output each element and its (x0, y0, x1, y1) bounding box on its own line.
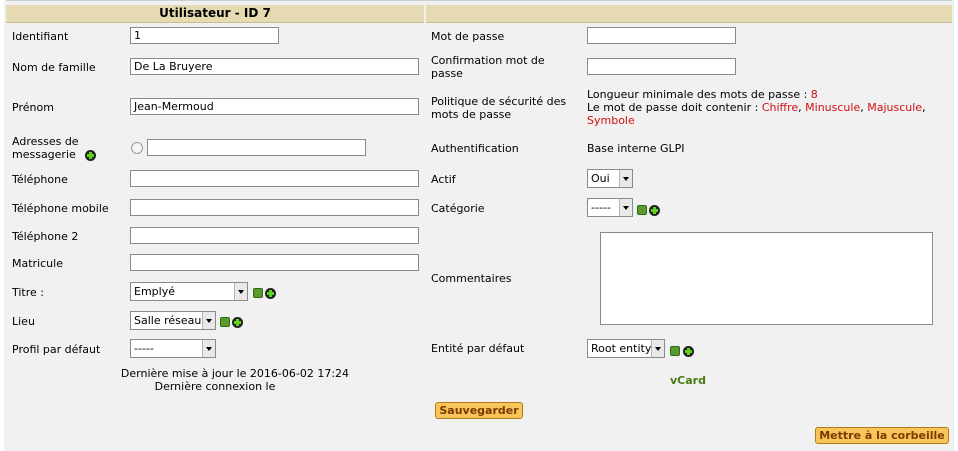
auth-value: Base interne GLPI (587, 142, 685, 155)
chevron-down-icon (234, 283, 247, 300)
prenom-input[interactable]: Jean-Mermoud (130, 98, 419, 115)
telephone-input[interactable] (130, 170, 419, 187)
trash-button[interactable]: Mettre à la corbeille (815, 427, 949, 444)
password-label: Mot de passe (431, 30, 505, 43)
last-login-text: Dernière connexion le (154, 380, 276, 393)
password-confirm-label: Confirmation mot de passe (431, 54, 545, 80)
chevron-down-icon (619, 170, 632, 187)
actif-label: Actif (431, 173, 456, 186)
form-title: Utilisateur - ID 7 (6, 5, 424, 23)
policy-line-2: Le mot de passe doit contenir : Chiffre,… (587, 101, 926, 114)
chevron-down-icon (651, 340, 664, 357)
policy-minuscule: Minuscule (805, 101, 861, 114)
add-email-icon[interactable] (85, 150, 96, 161)
lieu-select[interactable]: Salle réseau (130, 311, 216, 330)
min-length-text: Longueur minimale des mots de passe : (587, 88, 808, 101)
profil-select[interactable]: ----- (130, 339, 216, 358)
search-dropdown-icon[interactable] (220, 317, 230, 327)
form-title-right (426, 5, 952, 23)
entite-label: Entité par défaut (431, 342, 525, 355)
email-default-radio[interactable] (131, 142, 143, 154)
categorie-value: ----- (591, 201, 611, 214)
nom-input[interactable]: De La Bruyere (130, 58, 419, 75)
vcard-link[interactable]: vCard (670, 374, 706, 387)
chevron-down-icon (619, 199, 632, 216)
profil-label: Profil par défaut (12, 343, 101, 356)
lieu-label: Lieu (12, 315, 35, 328)
entite-select[interactable]: Root entity (587, 339, 665, 358)
email-input[interactable] (147, 139, 366, 156)
chevron-down-icon (202, 312, 215, 329)
password-confirm-input[interactable] (587, 58, 736, 75)
lieu-value: Salle réseau (134, 314, 202, 327)
titre-label: Titre : (12, 286, 45, 299)
telephone2-label: Téléphone 2 (12, 230, 79, 243)
last-update-text: Dernière mise à jour le 2016-06-02 17:24 (120, 367, 350, 380)
policy-chiffre: Chiffre (761, 101, 799, 114)
actif-value: Oui (591, 172, 610, 185)
auth-label: Authentification (431, 142, 519, 155)
commentaires-label: Commentaires (431, 272, 512, 285)
password-input[interactable] (587, 27, 736, 44)
save-button[interactable]: Sauvegarder (435, 402, 523, 419)
nom-label: Nom de famille (12, 61, 96, 74)
commentaires-textarea[interactable] (600, 232, 933, 325)
policy-line-3: Symbole (587, 114, 947, 127)
must-contain-text: Le mot de passe doit contenir : (587, 101, 759, 114)
chevron-down-icon (202, 340, 215, 357)
titre-select[interactable]: Emplyé (130, 282, 248, 301)
add-entite-icon[interactable] (683, 346, 694, 357)
identifiant-label: Identifiant (12, 30, 69, 43)
prenom-label: Prénom (12, 101, 54, 114)
categorie-select[interactable]: ----- (587, 198, 633, 217)
policy-majuscule: Majuscule (867, 101, 923, 114)
policy-label: Politique de sécurité des mots de passe (431, 95, 567, 121)
search-dropdown-icon[interactable] (637, 205, 647, 215)
policy-symbole: Symbole (587, 114, 635, 127)
categorie-label: Catégorie (431, 202, 485, 215)
matricule-label: Matricule (12, 257, 63, 270)
entite-value: Root entity (591, 342, 652, 355)
add-titre-icon[interactable] (265, 288, 276, 299)
mobile-label: Téléphone mobile (12, 202, 109, 215)
policy-text: Longueur minimale des mots de passe : 8 … (587, 88, 947, 127)
search-dropdown-icon[interactable] (253, 288, 263, 298)
titre-value: Emplyé (134, 285, 175, 298)
telephone2-input[interactable] (130, 227, 419, 244)
emails-label-text: Adresses de messagerie (12, 135, 79, 161)
policy-line-1: Longueur minimale des mots de passe : 8 (587, 88, 947, 101)
profil-value: ----- (134, 342, 154, 355)
matricule-input[interactable] (130, 254, 419, 271)
add-categorie-icon[interactable] (649, 205, 660, 216)
telephone-label: Téléphone (12, 173, 68, 186)
actif-select[interactable]: Oui (587, 169, 633, 188)
identifiant-input[interactable]: 1 (130, 27, 279, 44)
mobile-input[interactable] (130, 199, 419, 216)
min-length-value: 8 (810, 88, 818, 101)
add-lieu-icon[interactable] (232, 317, 243, 328)
search-dropdown-icon[interactable] (670, 346, 680, 356)
